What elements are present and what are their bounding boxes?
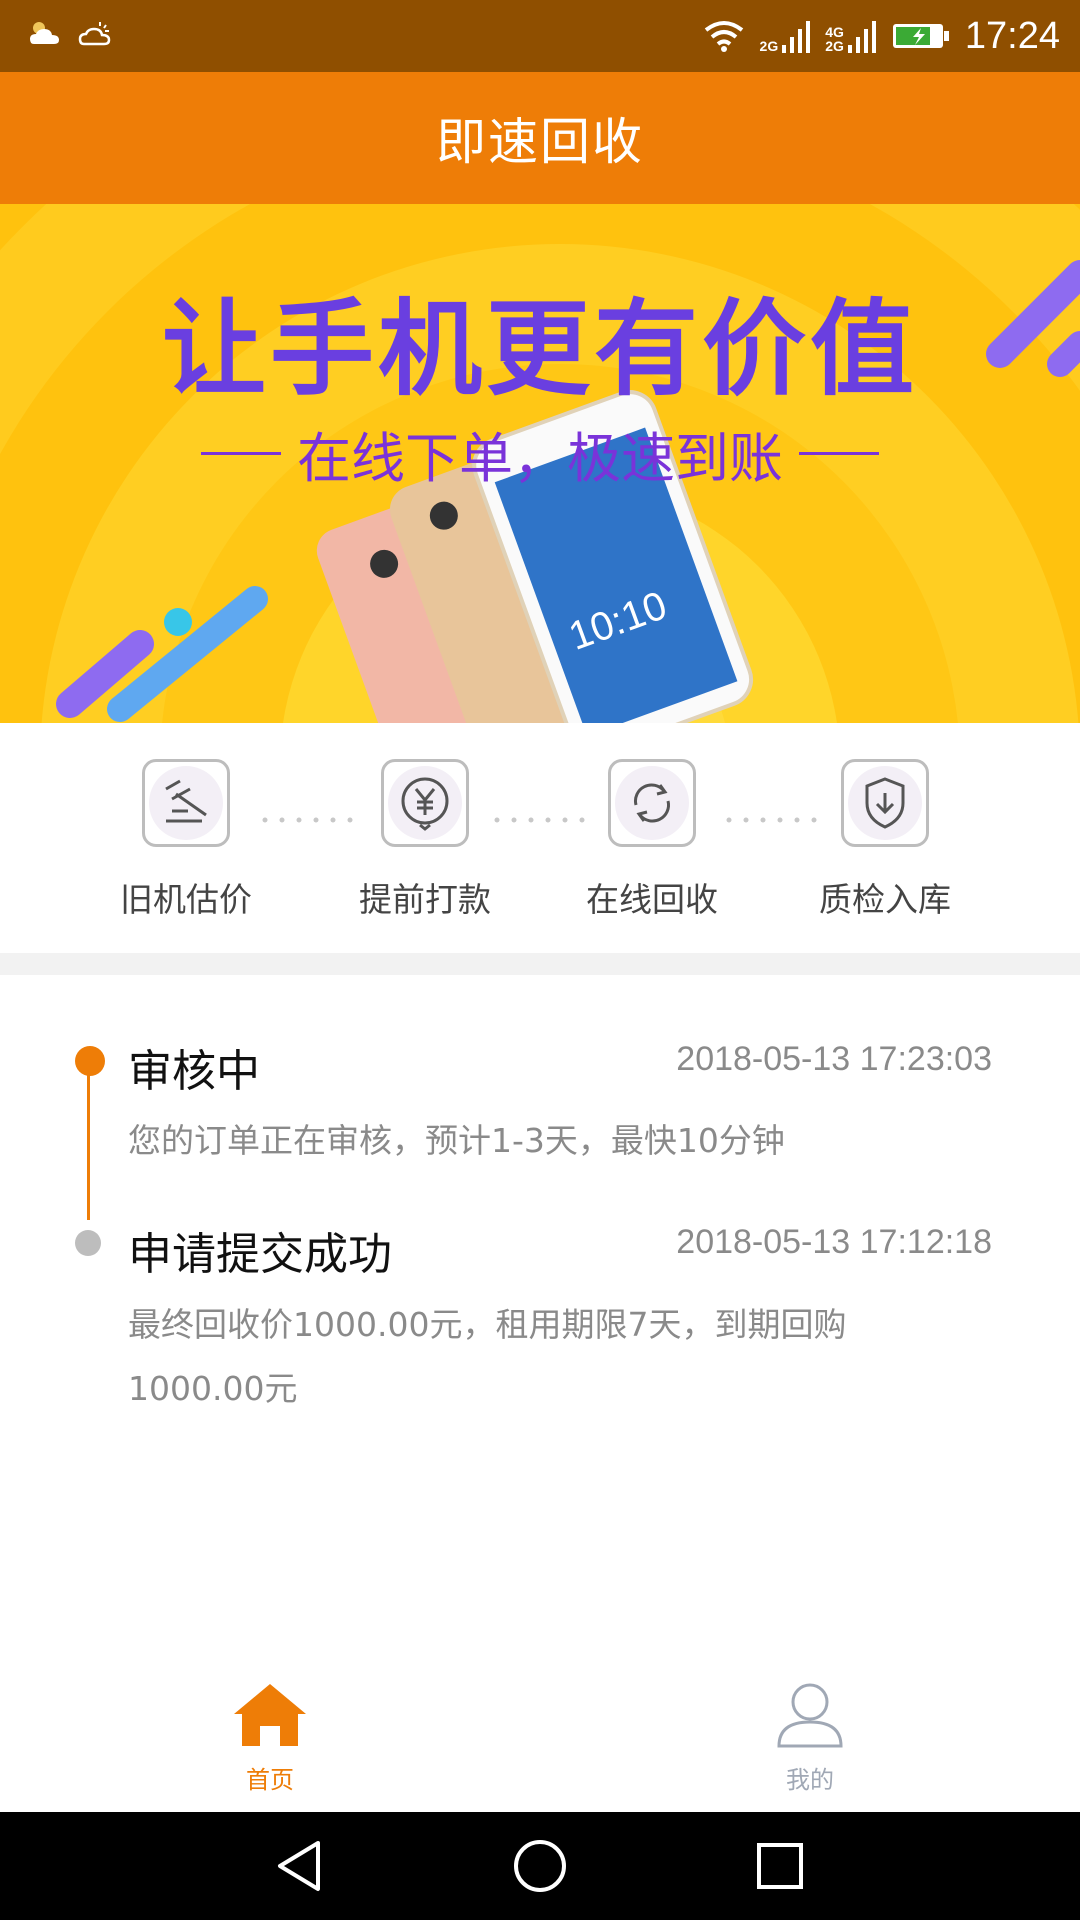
- banner-headline: 让手机更有价值: [161, 288, 918, 410]
- step-icon-bg: [848, 766, 922, 840]
- order-timeline: 审核中 2018-05-13 17:23:03 您的订单正在审核，预计1-3天，…: [0, 975, 1080, 1675]
- step-connector-2: [494, 808, 586, 823]
- gavel-icon: [165, 779, 207, 823]
- weather-partly-cloudy-icon: [78, 22, 111, 46]
- step-label-prepay: 提前打款: [359, 880, 491, 919]
- recent-square-icon: [757, 1843, 803, 1889]
- step-connector-3: [726, 808, 818, 823]
- step-label-recycle: 在线回收: [586, 880, 718, 919]
- yuan-coin-icon: [401, 777, 449, 831]
- timeline-desc-2: 最终回收价1000.00元，租用期限7天，到期回购1000.00元: [128, 1305, 847, 1408]
- user-icon: [777, 1683, 843, 1748]
- network-2g-label-b: 2G: [825, 38, 844, 54]
- process-steps: 旧机估价 提前打款 在线回收 质检入库: [0, 723, 1080, 953]
- timeline-dot-active: [75, 1046, 105, 1076]
- home-button[interactable]: [508, 1834, 572, 1898]
- status-bar: 2G 4G 2G 17:24: [0, 0, 1080, 72]
- tab-mine-label: 我的: [786, 1766, 834, 1794]
- step-icon-bg: [388, 766, 462, 840]
- step-label-inspect: 质检入库: [819, 880, 951, 919]
- back-triangle-icon: [278, 1841, 320, 1891]
- bottom-tab-bar: 首页 我的: [0, 1660, 1080, 1810]
- status-right: 2G 4G 2G 17:24: [702, 12, 1060, 60]
- system-nav-bar: [0, 1812, 1080, 1920]
- back-button[interactable]: [268, 1834, 332, 1898]
- tab-home-label: 首页: [246, 1766, 294, 1794]
- network-labels: 4G 2G: [825, 25, 844, 53]
- app-title-bar: 即速回收: [0, 72, 1080, 204]
- step-icon-bg: [615, 766, 689, 840]
- timeline-time-2: 2018-05-13 17:12:18: [676, 1223, 992, 1261]
- tab-home[interactable]: 首页: [170, 1680, 370, 1795]
- step-icon-frame: [841, 759, 929, 847]
- refresh-icon: [634, 783, 670, 823]
- timeline-title-1: 审核中: [128, 1046, 260, 1097]
- step-connector-1: [262, 808, 354, 823]
- battery-charging-icon: [892, 24, 949, 48]
- recents-button[interactable]: [748, 1834, 812, 1898]
- step-icon-frame: [608, 759, 696, 847]
- timeline-dot-done: [75, 1230, 101, 1256]
- subline-left-rule: [201, 452, 281, 455]
- step-recycle[interactable]: 在线回收: [577, 759, 727, 921]
- signal-icon-2: [847, 21, 876, 53]
- status-time: 17:24: [964, 14, 1060, 57]
- tab-mine[interactable]: 我的: [710, 1680, 910, 1795]
- signal-group-1: 2G: [760, 19, 812, 53]
- banner-subline: 在线下单，极速到账: [297, 427, 783, 490]
- step-icon-frame: [381, 759, 469, 847]
- step-inspect[interactable]: 质检入库: [810, 759, 960, 921]
- step-icon-bg: [149, 766, 223, 840]
- step-estimate[interactable]: 旧机估价: [111, 759, 261, 921]
- timeline-title-2: 申请提交成功: [128, 1229, 392, 1280]
- section-divider: [0, 953, 1080, 975]
- network-2g-label: 2G: [759, 38, 779, 54]
- shield-download-icon: [865, 777, 905, 829]
- signal-icon: [782, 21, 811, 53]
- promo-banner[interactable]: 让手机更有价值 在线下单，极速到账 10:10: [0, 204, 1080, 723]
- home-circle-icon: [514, 1840, 566, 1892]
- step-label-estimate: 旧机估价: [120, 880, 252, 919]
- banner-subline-row: 在线下单，极速到账: [0, 414, 1080, 493]
- status-left: [28, 18, 112, 48]
- timeline-desc-1: 您的订单正在审核，预计1-3天，最快10分钟: [128, 1121, 785, 1160]
- home-icon: [234, 1684, 306, 1746]
- step-icon-frame: [142, 759, 230, 847]
- network-4g-label: 4G: [825, 24, 844, 40]
- signal-group-2: 4G 2G: [825, 19, 877, 53]
- step-prepay[interactable]: 提前打款: [350, 759, 500, 921]
- timeline-connector: [87, 1060, 90, 1220]
- subline-right-rule: [799, 452, 879, 455]
- page-title: 即速回收: [436, 113, 644, 171]
- wifi-icon: [704, 21, 743, 52]
- weather-cloud-icon: [30, 22, 59, 44]
- timeline-time-1: 2018-05-13 17:23:03: [676, 1040, 992, 1078]
